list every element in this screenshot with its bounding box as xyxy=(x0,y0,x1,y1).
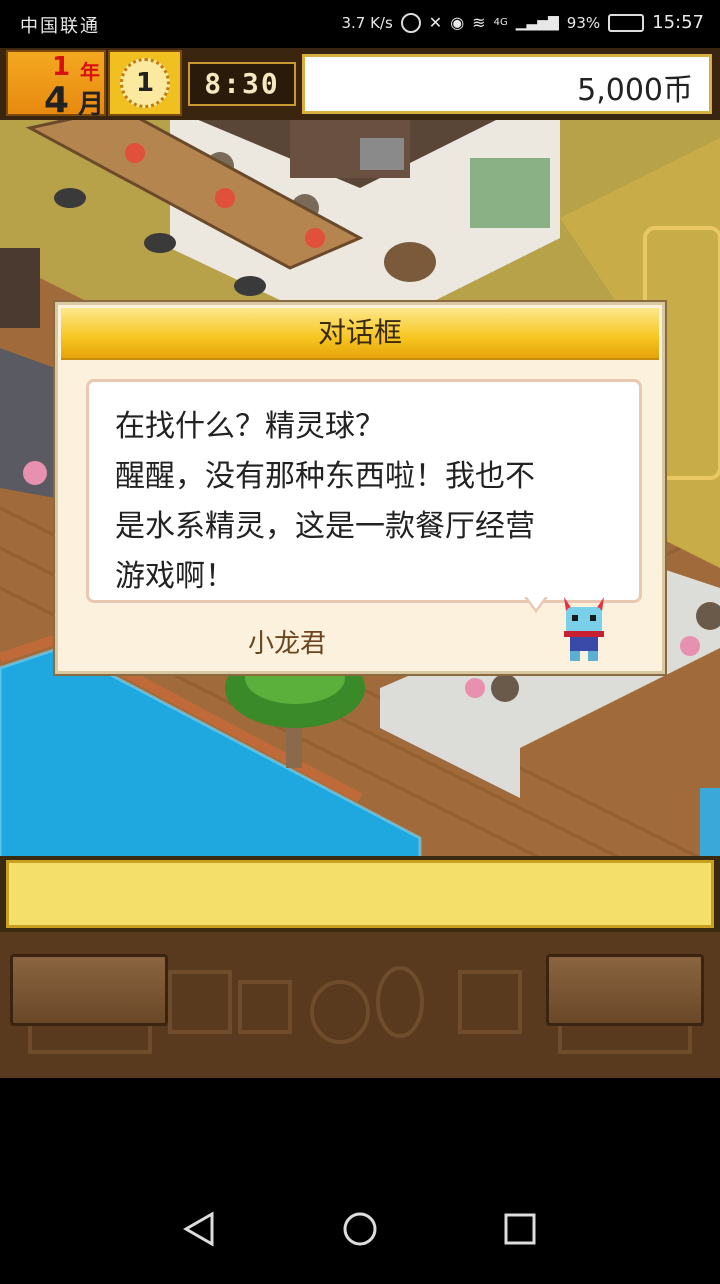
dialog-title: 对话框 xyxy=(317,316,402,349)
bubble-tail-inner xyxy=(527,597,545,609)
battery-icon xyxy=(608,13,645,32)
dialog-line: 在找什么？精灵球？ xyxy=(115,409,385,444)
battery-percent: 93% xyxy=(566,13,601,32)
info-bar xyxy=(0,856,720,932)
network-type: 4G xyxy=(493,17,508,28)
clock-icon: 1 xyxy=(120,58,170,108)
network-speed: 3.7 K/s xyxy=(341,13,393,32)
speaker-name: 小龙君 xyxy=(248,629,327,659)
home-circle-icon[interactable] xyxy=(343,1212,377,1246)
carrier-label: 中国联通 xyxy=(20,16,100,37)
mute-icon: ✕ xyxy=(428,13,443,32)
nav-icons xyxy=(182,1211,536,1247)
month-value: 4 xyxy=(44,80,70,121)
menu-left-button[interactable] xyxy=(10,954,168,1026)
menu-right-button[interactable] xyxy=(546,954,704,1026)
dialog-box[interactable]: 对话框 在找什么？精灵球？ 醒醒，没有那种东西啦！我也不 是水系精灵，这是一款餐… xyxy=(55,302,665,674)
info-bar-panel xyxy=(6,860,714,928)
month-label: 月 xyxy=(78,90,105,120)
money-value: 5,000币 xyxy=(577,73,693,108)
status-bar: 中国联通 3.7 K/s ✕ ◉ ≋ 4G ▁▃▅▇ 93% 15:57 xyxy=(0,0,720,48)
recents-square-icon[interactable] xyxy=(504,1213,536,1245)
signal-icon: ▁▃▅▇ xyxy=(515,14,559,31)
dialog-header: 对话框 xyxy=(61,308,659,360)
dialog-line: 是水系精灵，这是一款餐厅经营 xyxy=(115,509,535,544)
dialog-line: 游戏啊！ xyxy=(115,559,235,594)
dialog-line: 醒醒，没有那种东西啦！我也不 xyxy=(115,459,535,494)
data-saver-icon xyxy=(400,12,421,33)
back-triangle-icon[interactable] xyxy=(182,1211,214,1247)
hud-bar: 1 年 4 月 1 8:30 5,000币 xyxy=(0,48,720,121)
clock-panel: 1 xyxy=(108,50,182,116)
wifi-icon: ≋ xyxy=(472,13,486,32)
speech-bubble: 在找什么？精灵球？ 醒醒，没有那种东西啦！我也不 是水系精灵，这是一款餐厅经营 … xyxy=(86,379,642,603)
game-time: 8:30 xyxy=(188,62,296,106)
year-value: 1 xyxy=(52,52,71,82)
clock-hour: 1 xyxy=(135,68,155,98)
status-time: 15:57 xyxy=(652,12,704,33)
eye-icon: ◉ xyxy=(450,13,465,32)
bottom-menu xyxy=(0,932,720,1078)
date-display: 1 年 4 月 xyxy=(6,50,106,121)
year-label: 年 xyxy=(80,60,100,84)
dragon-character-icon xyxy=(564,597,604,661)
navigation-bar xyxy=(0,1180,720,1280)
money-display: 5,000币 xyxy=(302,54,712,114)
dialog-message: 在找什么？精灵球？ 醒醒，没有那种东西啦！我也不 是水系精灵，这是一款餐厅经营 … xyxy=(115,402,625,602)
